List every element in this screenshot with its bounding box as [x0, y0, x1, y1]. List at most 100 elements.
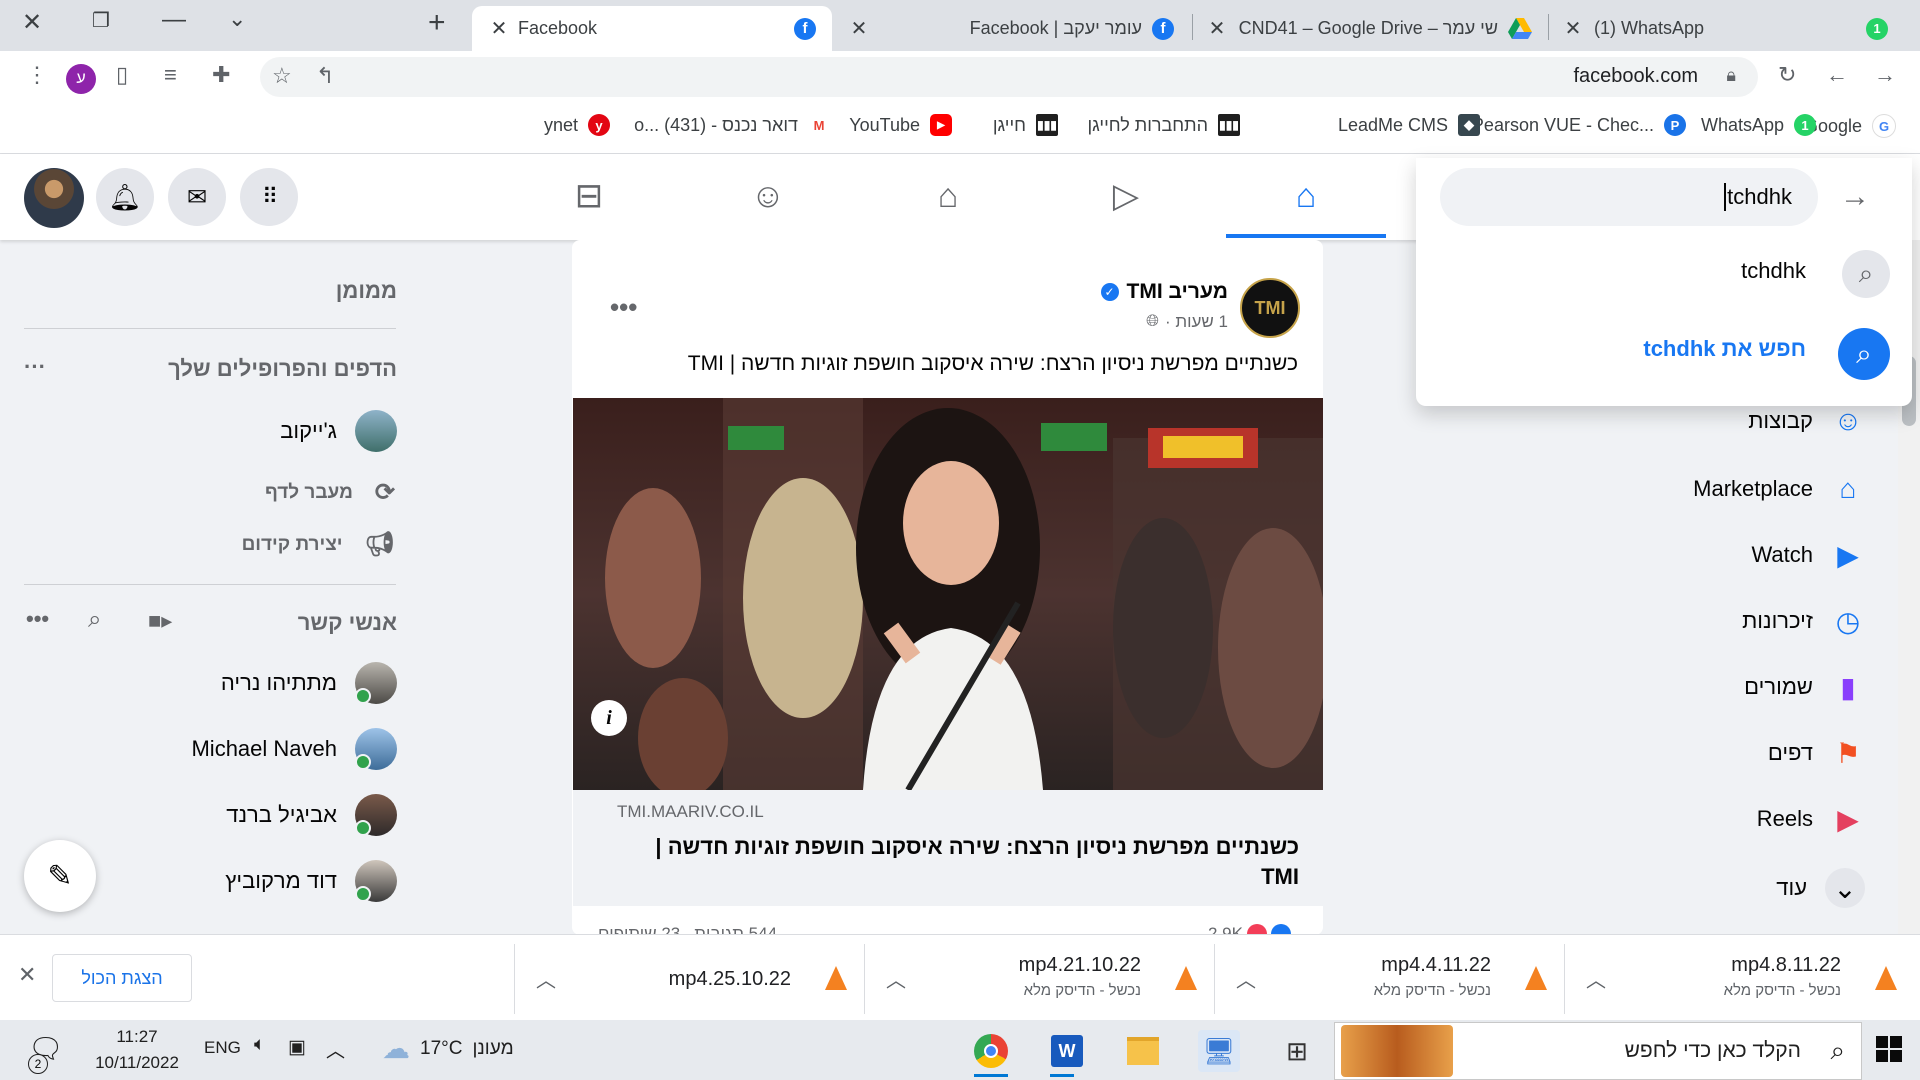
back-icon[interactable]: ←: [1826, 62, 1848, 88]
search-contacts-icon[interactable]: ⌕: [88, 606, 101, 634]
marketplace-icon: ⌂: [1839, 473, 1857, 504]
chevron-up-icon[interactable]: ︿: [886, 964, 906, 993]
weather-widget[interactable]: מעונן 17°C ☁: [382, 1032, 514, 1065]
tray-chevron-icon[interactable]: ︿: [326, 1036, 345, 1063]
chevron-up-icon[interactable]: ︿: [1236, 964, 1256, 993]
bookmark-ynet[interactable]: ynet y: [544, 114, 610, 136]
tab-search-icon[interactable]: ⌄: [228, 6, 246, 32]
chevron-up-icon[interactable]: ︿: [1586, 964, 1606, 993]
show-all-downloads-button[interactable]: הצגת הכול: [52, 954, 192, 1002]
lock-icon[interactable]: 🔒︎: [1726, 65, 1736, 86]
left-nav-item[interactable]: ⚑ דפים: [1768, 736, 1865, 770]
bookmark-whatsapp[interactable]: WhatsApp 1: [1701, 114, 1816, 136]
video-call-icon[interactable]: ■▸: [148, 608, 172, 634]
download-item[interactable]: 4.11.22.mp4 נכשל - הדיסק מלא ︿: [1216, 946, 1561, 1012]
download-item[interactable]: 25.10.22.mp4 ︿: [516, 946, 861, 1012]
chevron-up-icon[interactable]: ︿: [536, 964, 556, 993]
network-app-icon[interactable]: 🖥︎: [1198, 1030, 1240, 1072]
download-item[interactable]: 8.11.22.mp4 נכשל - הדיסק מלא ︿: [1566, 946, 1911, 1012]
left-nav-item[interactable]: ▶ Reels: [1757, 802, 1865, 836]
close-tab-icon[interactable]: ✕: [846, 16, 872, 41]
search-suggestion[interactable]: tchdhk ⌕: [1416, 244, 1912, 304]
switch-page-link[interactable]: ⟳ מעבר לדף: [265, 478, 395, 507]
bookmark-pearson[interactable]: Pearson VUE - Chec... P: [1472, 114, 1686, 136]
tab-whatsapp[interactable]: ✕ (1) WhatsApp 1: [1554, 6, 1900, 51]
create-promotion-link[interactable]: 📢︎ יצירת קידום: [242, 530, 395, 559]
notifications-button[interactable]: 🗨︎ 2: [28, 1032, 64, 1074]
account-avatar[interactable]: [24, 168, 84, 228]
bookmark-youtube[interactable]: YouTube ▶: [849, 114, 952, 136]
notifications-button[interactable]: 🔔︎: [96, 168, 154, 226]
online-indicator: [355, 886, 371, 902]
search-icon: ⌕: [1838, 328, 1890, 380]
marketplace-tab[interactable]: ⌂: [912, 170, 984, 222]
media-control-icon[interactable]: ≡: [164, 62, 177, 88]
link-preview[interactable]: TMI.MAARIV.CO.IL כשנתיים מפרשת ניסיון הר…: [573, 790, 1323, 906]
bookmark-google[interactable]: Google G: [1804, 114, 1896, 138]
watch-tab[interactable]: ▷: [1090, 170, 1162, 222]
extensions-icon[interactable]: ✚: [212, 62, 230, 88]
contact-item[interactable]: דוד מרקוביץ: [225, 860, 397, 902]
bookmark-star-icon[interactable]: ☆: [272, 63, 292, 89]
left-nav-item[interactable]: ⌂ Marketplace: [1693, 472, 1865, 506]
tab-google-drive[interactable]: ✕ שי עמר – CND41 – Google Drive: [1198, 6, 1544, 51]
info-icon[interactable]: i: [591, 700, 627, 736]
search-for-term[interactable]: חפש את tchdhk ⌕: [1416, 322, 1912, 382]
search-input[interactable]: tchdhk: [1440, 168, 1818, 226]
search-submit-arrow-icon[interactable]: →: [1840, 180, 1870, 214]
messenger-button[interactable]: ✉: [168, 168, 226, 226]
menu-kebab-icon[interactable]: ⋮: [26, 62, 48, 88]
contact-item[interactable]: Michael Naveh: [191, 728, 397, 770]
tmi-logo[interactable]: TMI: [1240, 278, 1300, 338]
bookmark-gmail[interactable]: M דואר נכנס - o... (431): [634, 114, 830, 136]
side-panel-icon[interactable]: ▯: [116, 62, 128, 88]
left-nav-item[interactable]: ▮ שמורים: [1744, 670, 1865, 704]
contacts-options-icon[interactable]: •••: [26, 606, 49, 632]
clock[interactable]: 11:27 10/11/2022: [82, 1024, 192, 1076]
left-nav-item[interactable]: ◷ זיכרונות: [1742, 604, 1865, 638]
download-item[interactable]: 21.10.22.mp4 נכשל - הדיסק מלא ︿: [866, 946, 1211, 1012]
bookmark-dialer[interactable]: ▮▮▮ חייגן: [993, 114, 1058, 136]
word-icon[interactable]: W: [1046, 1030, 1088, 1072]
reload-icon[interactable]: ↻: [1778, 62, 1796, 88]
close-tab-icon[interactable]: ✕: [486, 16, 512, 41]
post-options-icon[interactable]: •••: [610, 292, 637, 323]
profile-avatar[interactable]: ע: [66, 64, 96, 94]
chrome-icon[interactable]: [970, 1030, 1012, 1072]
taskbar-search[interactable]: ⌕ הקלד כאן כדי לחפש: [1334, 1022, 1862, 1080]
pages-options-icon[interactable]: ···: [24, 354, 46, 380]
contact-item[interactable]: מתתיהו נריה: [221, 662, 397, 704]
restore-window-icon[interactable]: ❐: [92, 8, 110, 33]
windows-start-icon[interactable]: [1876, 1036, 1902, 1062]
home-tab[interactable]: ⌂: [1270, 170, 1342, 222]
left-nav-item[interactable]: ▶ Watch: [1751, 538, 1865, 572]
left-nav-item[interactable]: ☺ קבוצות: [1748, 404, 1865, 438]
groups-tab[interactable]: ☺: [732, 170, 804, 222]
tab-facebook[interactable]: ✕ Facebook f: [472, 6, 832, 51]
bookmark-leadme[interactable]: LeadMe CMS ◆: [1338, 114, 1480, 136]
close-tab-icon[interactable]: ✕: [1204, 16, 1230, 41]
minimize-window-icon[interactable]: —: [162, 6, 186, 34]
gaming-tab[interactable]: ⊟: [553, 170, 625, 222]
share-icon[interactable]: ↰: [316, 63, 334, 89]
new-tab-icon[interactable]: +: [428, 6, 446, 40]
close-window-icon[interactable]: ✕: [22, 8, 42, 37]
volume-icon[interactable]: 🔈︎: [254, 1034, 265, 1056]
post-author[interactable]: מעריב TMI ✓: [1100, 280, 1228, 304]
tab-omer-yaakov[interactable]: ✕ עומר יעקב | Facebook f: [840, 6, 1186, 51]
forward-icon[interactable]: →: [1874, 62, 1896, 88]
menu-button[interactable]: ⠿: [240, 168, 298, 226]
task-view-icon[interactable]: ⊞: [1276, 1030, 1318, 1072]
page-jacob[interactable]: ג'ייקוב: [280, 410, 397, 452]
file-explorer-icon[interactable]: [1122, 1030, 1164, 1072]
address-bar[interactable]: ☆ ↰ facebook.com 🔒︎: [260, 57, 1758, 97]
new-message-button[interactable]: ✎: [24, 840, 96, 912]
language-indicator[interactable]: ENG: [204, 1038, 241, 1058]
post-image[interactable]: i: [573, 398, 1323, 790]
network-tray-icon[interactable]: ▣: [288, 1036, 306, 1059]
left-nav-item[interactable]: ⌄ עוד: [1776, 868, 1865, 908]
close-downloads-icon[interactable]: ✕: [18, 962, 36, 988]
close-tab-icon[interactable]: ✕: [1560, 16, 1586, 41]
bookmark-dialer-login[interactable]: ▮▮▮ התחברות לחייגן: [1088, 114, 1240, 136]
contact-item[interactable]: אביגיל ברנד: [226, 794, 397, 836]
